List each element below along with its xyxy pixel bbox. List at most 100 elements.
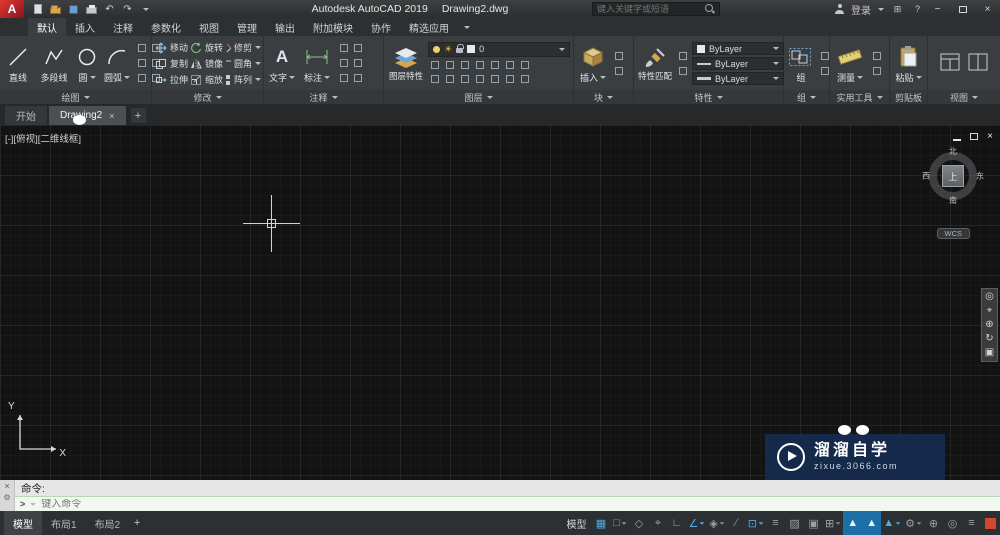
rectangle-tool-icon[interactable] — [135, 42, 148, 54]
panel-label-layers[interactable]: 图层 — [384, 90, 573, 104]
panel-label-view[interactable]: 视图 — [928, 90, 1000, 104]
layer-unlock-tool-icon[interactable] — [473, 73, 486, 85]
infocenter-search[interactable] — [592, 2, 720, 16]
layer-walk-tool-icon[interactable] — [503, 73, 516, 85]
viewcube-east[interactable]: 东 — [976, 171, 984, 182]
new-file-button[interactable] — [30, 3, 45, 16]
dimension-tool[interactable]: 标注 — [300, 38, 334, 89]
layer-match-tool-icon[interactable] — [488, 59, 501, 71]
layer-freeze-tool-icon[interactable] — [458, 59, 471, 71]
mleader-style-tool-icon[interactable] — [351, 72, 364, 84]
close-drawing-icon[interactable]: × — [987, 131, 993, 142]
group-tool[interactable]: 组 — [787, 38, 815, 89]
layer-dropdown[interactable]: ☀ 0 — [428, 41, 570, 57]
trim-tool[interactable]: 修剪 — [225, 40, 261, 56]
new-drawing-tab-button[interactable]: + — [130, 108, 146, 123]
quick-select-tool-icon[interactable] — [870, 50, 883, 62]
measure-tool[interactable]: 测量 — [833, 38, 867, 89]
chevron-down-icon[interactable] — [621, 521, 627, 525]
save-button[interactable] — [66, 3, 81, 16]
isodraft-toggle[interactable]: ◈ — [707, 511, 726, 535]
dynamic-input-toggle[interactable]: ⌖ — [648, 511, 667, 535]
tab-addins[interactable]: 附加模块 — [304, 18, 362, 36]
model-paper-toggle[interactable]: 模型 — [561, 511, 591, 535]
panel-label-groups[interactable]: 组 — [784, 90, 829, 104]
named-views-icon[interactable] — [968, 53, 988, 74]
viewcube-top-face[interactable]: 上 — [942, 165, 964, 187]
minimize-button[interactable]: − — [925, 0, 950, 18]
chevron-down-icon[interactable] — [719, 521, 725, 525]
isolate-objects-button[interactable]: ◎ — [943, 511, 962, 535]
layer-merge-tool-icon[interactable] — [518, 73, 531, 85]
signin-button[interactable]: 登录 — [851, 2, 871, 17]
move-tool[interactable]: 移动 — [155, 40, 189, 56]
text-tool[interactable]: A 文字 — [267, 38, 297, 89]
object-color-tool-icon[interactable] — [676, 50, 689, 62]
search-input[interactable] — [597, 4, 701, 14]
zoom-icon[interactable]: ⊕ — [985, 320, 993, 330]
linetype-dropdown[interactable]: ByLayer — [692, 57, 784, 70]
chevron-down-icon[interactable] — [878, 7, 884, 11]
panel-label-properties[interactable]: 特性 — [634, 90, 783, 104]
layer-lock-tool-icon[interactable] — [473, 59, 486, 71]
tab-featured-apps[interactable]: 精选应用 — [400, 18, 458, 36]
autocad-logo[interactable]: A — [0, 0, 24, 18]
tab-annotate[interactable]: 注释 — [104, 18, 142, 36]
close-tab-icon[interactable]: × — [109, 111, 114, 121]
search-icon[interactable] — [705, 4, 715, 14]
layer-current-tool-icon[interactable] — [488, 73, 501, 85]
layer-prev-tool-icon[interactable] — [503, 59, 516, 71]
file-tab-drawing2[interactable]: Drawing2 × — [49, 106, 126, 125]
polar-tracking-toggle[interactable]: ∠ — [686, 511, 707, 535]
command-input[interactable] — [41, 498, 995, 510]
tab-view[interactable]: 视图 — [190, 18, 228, 36]
apps-icon[interactable]: ⊞ — [891, 3, 904, 16]
panel-label-draw[interactable]: 绘图 — [0, 90, 151, 104]
drawing-area[interactable]: [-][俯视][二维线框] × 上 北 南 西 东 WCS ◎ ⌖ ⊕ ↻ ▣ … — [0, 115, 1000, 480]
customize-button[interactable]: ≡ — [962, 511, 981, 535]
viewport-config-icon[interactable] — [940, 53, 960, 74]
restore-drawing-icon[interactable] — [970, 133, 979, 140]
viewcube-north[interactable]: 北 — [949, 146, 957, 157]
infer-constraints-toggle[interactable]: ◇ — [629, 511, 648, 535]
tab-collaborate[interactable]: 协作 — [362, 18, 400, 36]
chevron-down-icon[interactable] — [758, 521, 764, 525]
ortho-toggle[interactable]: ∟ — [667, 511, 686, 535]
insert-block-tool[interactable]: 插入 — [577, 38, 609, 89]
edit-block-tool-icon[interactable] — [612, 65, 625, 77]
mirror-tool[interactable]: 镜像 — [190, 56, 224, 72]
object-color-dropdown[interactable]: ByLayer — [692, 42, 784, 55]
minimize-drawing-icon[interactable] — [953, 138, 962, 141]
array-tool[interactable]: 阵列 — [225, 72, 261, 88]
point-tool-icon[interactable] — [135, 72, 148, 84]
layer-properties-button[interactable]: 图层特性 — [387, 38, 425, 89]
leader-tool-icon[interactable] — [337, 42, 350, 54]
chevron-down-icon[interactable] — [699, 521, 705, 525]
chevron-down-icon[interactable] — [916, 521, 922, 525]
command-settings-icon[interactable]: ⚙ — [3, 494, 10, 502]
polyline-tool[interactable]: 多段线 — [36, 38, 72, 89]
tab-output[interactable]: 输出 — [266, 18, 304, 36]
annotation-autoscale-toggle[interactable]: ▲ — [862, 511, 882, 535]
hatch-tool-icon[interactable] — [135, 57, 148, 69]
tab-parametric[interactable]: 参数化 — [142, 18, 190, 36]
layout2-tab[interactable]: 布局2 — [86, 511, 130, 535]
layer-state-tool-icon[interactable] — [518, 59, 531, 71]
tab-insert[interactable]: 插入 — [66, 18, 104, 36]
lineweight-toggle[interactable]: ≡ — [766, 511, 785, 535]
arc-tool[interactable]: 圆弧 — [102, 38, 132, 89]
pan-icon[interactable]: ⌖ — [987, 306, 993, 316]
grid-toggle[interactable]: ▦ — [591, 511, 610, 535]
orbit-icon[interactable]: ↻ — [985, 334, 993, 344]
help-icon[interactable]: ? — [911, 3, 924, 16]
snap-toggle[interactable]: □ — [610, 511, 629, 535]
create-block-tool-icon[interactable] — [612, 50, 625, 62]
selection-cycling-toggle[interactable]: ▣ — [804, 511, 823, 535]
3d-osnap-toggle[interactable]: ⊞ — [823, 511, 843, 535]
quick-calc-tool-icon[interactable] — [870, 65, 883, 77]
transparency-toggle[interactable]: ▨ — [785, 511, 804, 535]
lineweight-dropdown[interactable]: ByLayer — [692, 72, 784, 85]
viewport-controls[interactable]: [-][俯视][二维线框] — [5, 131, 81, 145]
stretch-tool[interactable]: 拉伸 — [155, 72, 189, 88]
new-layout-button[interactable]: + — [129, 511, 145, 535]
